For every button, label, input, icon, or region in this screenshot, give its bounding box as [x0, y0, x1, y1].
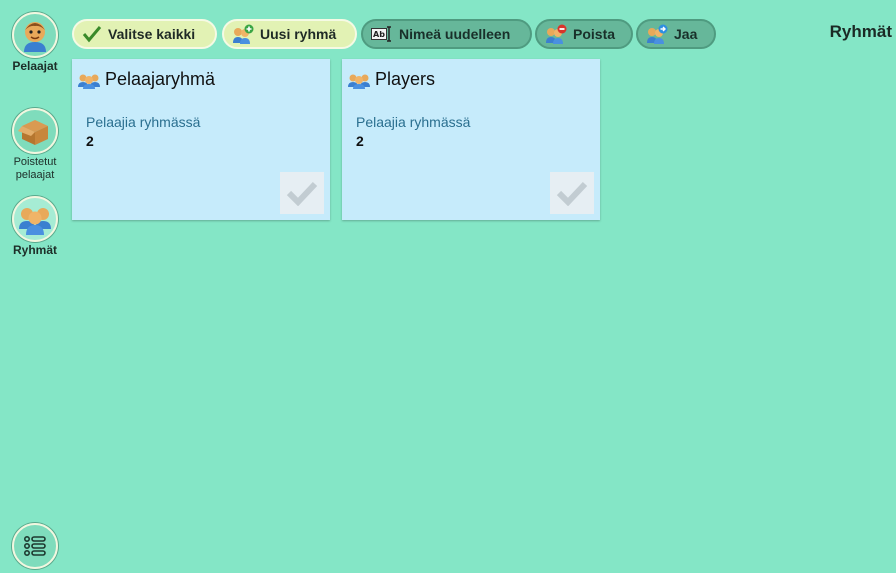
sidebar-item-groups[interactable]: Ryhmät	[0, 196, 70, 257]
add-group-icon	[232, 24, 254, 44]
checkmark-icon	[286, 181, 318, 206]
sidebar-item-label: Ryhmät	[12, 243, 57, 257]
select-checkbox[interactable]	[550, 172, 594, 214]
share-label: Jaa	[674, 26, 698, 42]
group-icon	[12, 196, 58, 242]
rename-label: Nimeä uudelleen	[399, 26, 511, 42]
select-checkbox[interactable]	[280, 172, 324, 214]
select-all-label: Valitse kaikki	[108, 26, 196, 42]
delete-button[interactable]: Poista	[535, 19, 633, 49]
group-subtitle: Pelaajia ryhmässä	[86, 114, 201, 130]
group-name: Players	[375, 69, 436, 89]
rename-text-icon: Ab	[371, 26, 393, 42]
player-face-icon	[12, 12, 58, 58]
group-card[interactable]: Pelaajaryhmä Pelaajia ryhmässä 2	[72, 59, 330, 220]
group-card[interactable]: Players Pelaajia ryhmässä 2	[342, 59, 600, 220]
checkmark-icon	[556, 181, 588, 206]
group-name: Pelaajaryhmä	[105, 69, 216, 89]
delete-label: Poista	[573, 26, 616, 42]
group-card-header: Players	[348, 69, 435, 90]
group-card-header: Pelaajaryhmä	[78, 69, 215, 90]
svg-text:Ab: Ab	[373, 30, 385, 39]
new-group-button[interactable]: Uusi ryhmä	[222, 19, 357, 49]
share-button[interactable]: Jaa	[636, 19, 716, 49]
sidebar-item-label: Pelaajat	[12, 59, 58, 73]
select-all-button[interactable]: Valitse kaikki	[72, 19, 217, 49]
remove-group-icon	[545, 24, 567, 44]
rename-button[interactable]: Ab Nimeä uudelleen	[361, 19, 532, 49]
sidebar-item-label: Poistetut pelaajat	[13, 156, 57, 181]
new-group-label: Uusi ryhmä	[260, 26, 337, 42]
sidebar-item-deleted-players[interactable]: Poistetut pelaajat	[0, 108, 70, 182]
group-player-count: 2	[86, 133, 94, 149]
list-menu-icon	[12, 523, 58, 569]
group-subtitle: Pelaajia ryhmässä	[356, 114, 471, 130]
group-icon	[78, 71, 100, 89]
sidebar: Pelaajat Poistetut pelaajat Ryhmät	[0, 0, 70, 573]
checkmark-icon	[82, 25, 102, 43]
menu-button[interactable]	[0, 523, 70, 569]
share-group-icon	[646, 24, 668, 44]
sidebar-item-players[interactable]: Pelaajat	[0, 12, 70, 73]
group-icon	[348, 71, 370, 89]
cardboard-box-icon	[12, 108, 58, 154]
page-title: Ryhmät	[829, 22, 892, 41]
group-player-count: 2	[356, 133, 364, 149]
